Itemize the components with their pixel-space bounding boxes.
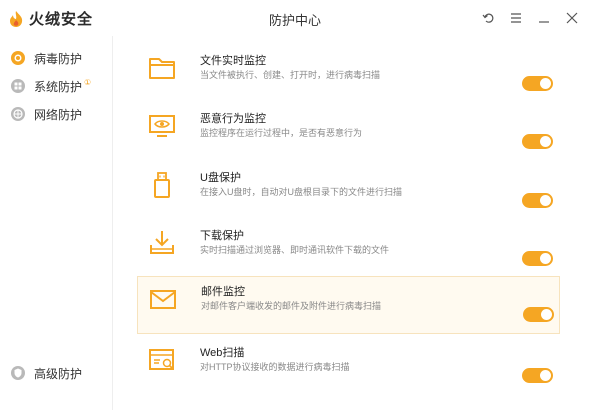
advanced-protection-icon (11, 366, 25, 380)
sidebar-item-label: 系统防护 (34, 79, 83, 94)
sidebar-item-label: 网络防护 (34, 107, 83, 122)
folder-icon (149, 58, 175, 79)
file-monitor-toggle[interactable] (522, 76, 553, 91)
feature-title: Web扫描 (200, 347, 245, 359)
behavior-monitor-toggle[interactable] (522, 134, 553, 149)
feature-title: 文件实时监控 (200, 55, 266, 67)
network-protection-icon (11, 107, 25, 121)
web-scan-icon (149, 349, 174, 370)
list-item-usb-protection: U盘保护 在接入U盘时，自动对U盘根目录下的文件进行扫描 (137, 163, 560, 221)
list-item-behavior-monitor: 恶意行为监控 监控程序在运行过程中，是否有恶意行为 (137, 104, 560, 162)
feature-description: 对邮件客户端收发的邮件及附件进行病毒扫描 (201, 301, 382, 311)
app-logo: 火绒安全 (8, 8, 93, 29)
feature-description: 对HTTP协议接收的数据进行病毒扫描 (200, 362, 350, 372)
app-name: 火绒安全 (29, 11, 94, 28)
back-icon (482, 13, 494, 23)
feature-description: 监控程序在运行过程中，是否有恶意行为 (200, 128, 363, 138)
sidebar-item-system-protection[interactable]: 系统防护 ① (10, 75, 91, 97)
toggle-knob (540, 195, 551, 206)
notification-badge: ① (84, 77, 92, 87)
list-item-file-monitor: 文件实时监控 当文件被执行、创建、打开时，进行病毒扫描 (137, 46, 560, 104)
close-icon (566, 12, 578, 24)
usb-protection-toggle[interactable] (522, 193, 553, 208)
list-item-mail-monitor: 邮件监控 对邮件客户端收发的邮件及附件进行病毒扫描 (137, 276, 560, 334)
monitor-eye-icon (149, 115, 175, 137)
sidebar-item-advanced-protection[interactable]: 高级防护 (10, 362, 82, 384)
feature-description: 实时扫描通过浏览器、即时通讯软件下载的文件 (200, 245, 390, 255)
toggle-knob (540, 253, 551, 264)
feature-description: 在接入U盘时，自动对U盘根目录下的文件进行扫描 (200, 187, 403, 197)
feature-title: 邮件监控 (201, 286, 245, 298)
download-protection-toggle[interactable] (522, 251, 553, 266)
back-button[interactable] (476, 6, 500, 30)
sidebar-item-label: 高级防护 (34, 366, 83, 381)
sidebar-item-network-protection[interactable]: 网络防护 (10, 103, 82, 125)
sidebar-item-label: 病毒防护 (34, 51, 83, 66)
close-button[interactable] (560, 6, 584, 30)
title-bar: 火绒安全 防护中心 (0, 0, 590, 36)
minimize-button[interactable] (532, 6, 556, 30)
protection-list: 文件实时监控 当文件被执行、创建、打开时，进行病毒扫描 恶意行为监控 监控程序在… (114, 36, 590, 410)
menu-button[interactable] (504, 6, 528, 30)
minimize-icon (539, 21, 549, 23)
usb-drive-icon (154, 172, 170, 198)
toggle-knob (540, 78, 551, 89)
menu-icon (511, 13, 521, 23)
system-protection-icon (11, 79, 25, 93)
toggle-knob (541, 309, 552, 320)
mail-icon (150, 290, 176, 309)
toggle-knob (540, 136, 551, 147)
list-item-web-scan: Web扫描 对HTTP协议接收的数据进行病毒扫描 (137, 338, 560, 396)
feature-description: 当文件被执行、创建、打开时，进行病毒扫描 (200, 70, 381, 80)
feature-title: 恶意行为监控 (200, 113, 266, 125)
web-scan-toggle[interactable] (522, 368, 553, 383)
mail-monitor-toggle[interactable] (523, 307, 554, 322)
window-controls (476, 6, 584, 30)
list-item-download-protection: 下载保护 实时扫描通过浏览器、即时通讯软件下载的文件 (137, 221, 560, 279)
huorong-logo-icon (10, 10, 23, 27)
download-icon (150, 231, 174, 254)
feature-title: U盘保护 (200, 172, 241, 184)
feature-title: 下载保护 (200, 230, 244, 242)
virus-protection-icon (11, 51, 25, 65)
sidebar: 病毒防护 系统防护 ① 网络防护 高级防护 (0, 36, 113, 410)
sidebar-item-virus-protection[interactable]: 病毒防护 (10, 47, 82, 69)
toggle-knob (540, 370, 551, 381)
